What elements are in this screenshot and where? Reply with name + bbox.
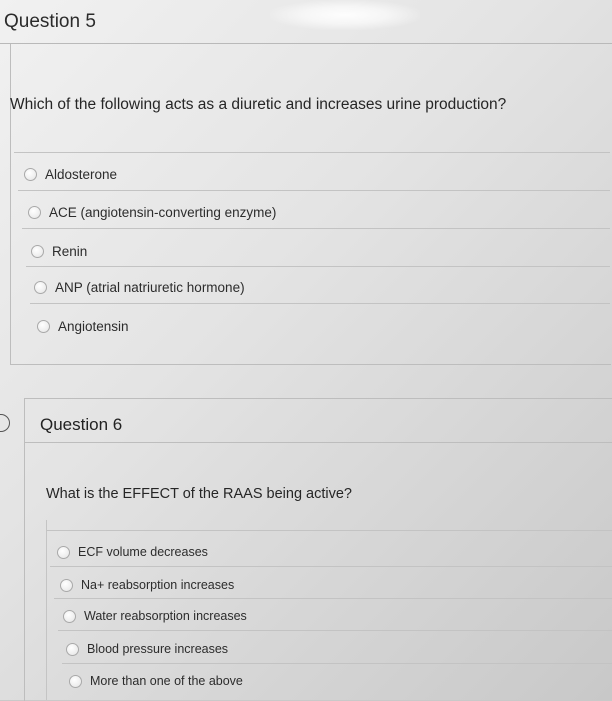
q5-option-ace[interactable]: ACE (angiotensin-converting enzyme) xyxy=(28,201,276,223)
separator xyxy=(30,303,610,304)
option-label: Na+ reabsorption increases xyxy=(81,578,235,592)
radio-button[interactable] xyxy=(28,205,41,219)
radio-button[interactable] xyxy=(37,319,50,333)
radio-button[interactable] xyxy=(34,280,47,294)
radio-button[interactable] xyxy=(57,545,70,559)
q6-option-blood-pressure[interactable]: Blood pressure increases xyxy=(66,638,228,660)
option-label: Renin xyxy=(52,243,88,259)
question-5-prompt: Which of the following acts as a diureti… xyxy=(10,96,507,113)
separator xyxy=(62,663,612,664)
q6-option-more-than-one[interactable]: More than one of the above xyxy=(69,670,243,692)
radio-button[interactable] xyxy=(31,244,44,258)
radio-button[interactable] xyxy=(24,167,37,181)
option-label: Aldosterone xyxy=(45,166,118,182)
option-label: More than one of the above xyxy=(90,674,243,688)
radio-button[interactable] xyxy=(60,578,73,592)
question-6-prompt: What is the EFFECT of the RAAS being act… xyxy=(46,486,352,502)
q5-option-angiotensin[interactable]: Angiotensin xyxy=(37,315,129,337)
radio-button[interactable] xyxy=(69,674,82,688)
q5-option-aldosterone[interactable]: Aldosterone xyxy=(24,163,117,185)
option-label: ECF volume decreases xyxy=(78,545,208,559)
q6-option-water-reabsorption[interactable]: Water reabsorption increases xyxy=(63,605,247,627)
option-label: ANP (atrial natriuretic hormone) xyxy=(55,279,245,295)
q6-option-na-reabsorption[interactable]: Na+ reabsorption increases xyxy=(60,574,234,596)
separator xyxy=(26,266,610,267)
separator xyxy=(50,566,612,567)
question-5-header: Question 5 xyxy=(0,0,612,44)
q5-option-anp[interactable]: ANP (atrial natriuretic hormone) xyxy=(34,276,245,298)
question-6-title: Question 6 xyxy=(40,415,123,434)
q6-option-ecf-volume[interactable]: ECF volume decreases xyxy=(57,541,208,563)
radio-button[interactable] xyxy=(66,642,79,656)
separator xyxy=(54,598,612,599)
option-label: Water reabsorption increases xyxy=(84,609,247,623)
question-5-title: Question 5 xyxy=(4,11,96,32)
question-6-header: Question 6 xyxy=(24,398,612,443)
separator xyxy=(18,190,610,191)
q5-option-renin[interactable]: Renin xyxy=(31,240,87,262)
radio-button[interactable] xyxy=(63,609,76,623)
separator xyxy=(14,152,610,153)
option-label: Angiotensin xyxy=(58,318,129,334)
option-label: ACE (angiotensin-converting enzyme) xyxy=(49,204,277,220)
separator xyxy=(58,630,612,631)
option-label: Blood pressure increases xyxy=(87,642,229,656)
separator xyxy=(22,228,610,229)
separator xyxy=(46,530,612,531)
